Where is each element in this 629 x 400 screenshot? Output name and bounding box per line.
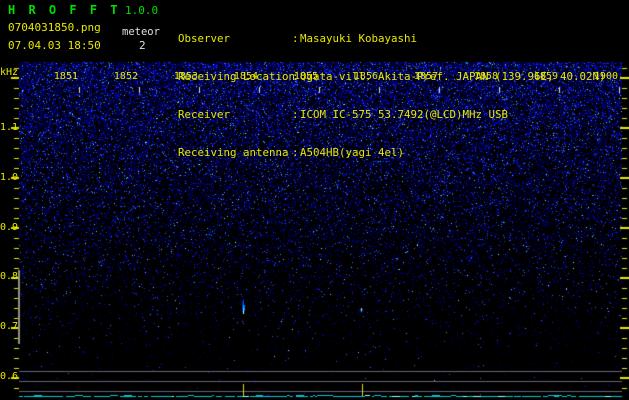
station-value: A504HB(yagi 4el) xyxy=(300,145,405,159)
station-value: Ogata-vill. Akita-Pref. JAPAN (139.96E, … xyxy=(300,69,606,83)
time-axis-label: 1855 xyxy=(293,71,318,82)
echo-count: 2 xyxy=(139,39,146,52)
station-value: Masayuki Kobayashi xyxy=(300,32,418,46)
time-axis-label: 1858 xyxy=(473,71,498,82)
time-axis-label: 1859 xyxy=(533,71,558,82)
app-version: 1.0.0 xyxy=(125,4,159,17)
frequency-axis-label: 1.0 xyxy=(0,172,19,183)
app-title: H R O F F T xyxy=(8,3,121,17)
observation-mode: meteor xyxy=(122,26,160,38)
station-separator: : xyxy=(292,145,299,159)
frequency-axis-unit: kHz xyxy=(0,67,19,78)
frequency-axis-label: 0.7 xyxy=(0,321,19,332)
hrofft-window: H R O F F T 1.0.0 0704031850.png meteor … xyxy=(0,0,629,400)
time-axis-label: 1853 xyxy=(173,71,198,82)
time-axis-label: 1851 xyxy=(53,71,78,82)
frequency-axis-label: 1.1 xyxy=(0,122,19,133)
output-filename: 0704031850.png xyxy=(8,21,101,34)
frequency-axis-label: 0.9 xyxy=(0,222,19,233)
station-separator: : xyxy=(292,107,299,121)
station-row-observer: Observer:Masayuki Kobayashi xyxy=(178,32,606,46)
station-row-antenna: Receiving antenna:A504HB(yagi 4el) xyxy=(178,145,606,160)
time-axis-label: 1856 xyxy=(353,71,378,82)
time-axis-label: 1854 xyxy=(233,71,258,82)
station-value: ICOM IC-575 53.7492(@LCD)MHz USB xyxy=(300,107,509,121)
station-label: Observer xyxy=(178,32,231,46)
station-separator: : xyxy=(292,32,299,46)
station-info: Observer:Masayuki Kobayashi Receiving Lo… xyxy=(178,8,606,184)
frequency-axis-label: 0.6 xyxy=(0,371,19,382)
time-axis-label: 1857 xyxy=(413,71,438,82)
station-label: Receiving antenna xyxy=(178,145,289,159)
station-row-receiver: Receiver:ICOM IC-575 53.7492(@LCD)MHz US… xyxy=(178,107,606,122)
time-axis-label: 1900 xyxy=(593,71,618,82)
time-axis-label: 1852 xyxy=(113,71,138,82)
station-label: Receiver xyxy=(178,107,231,121)
frequency-axis-label: 0.8 xyxy=(0,271,19,282)
observation-datetime: 07.04.03 18:50 xyxy=(8,39,101,52)
